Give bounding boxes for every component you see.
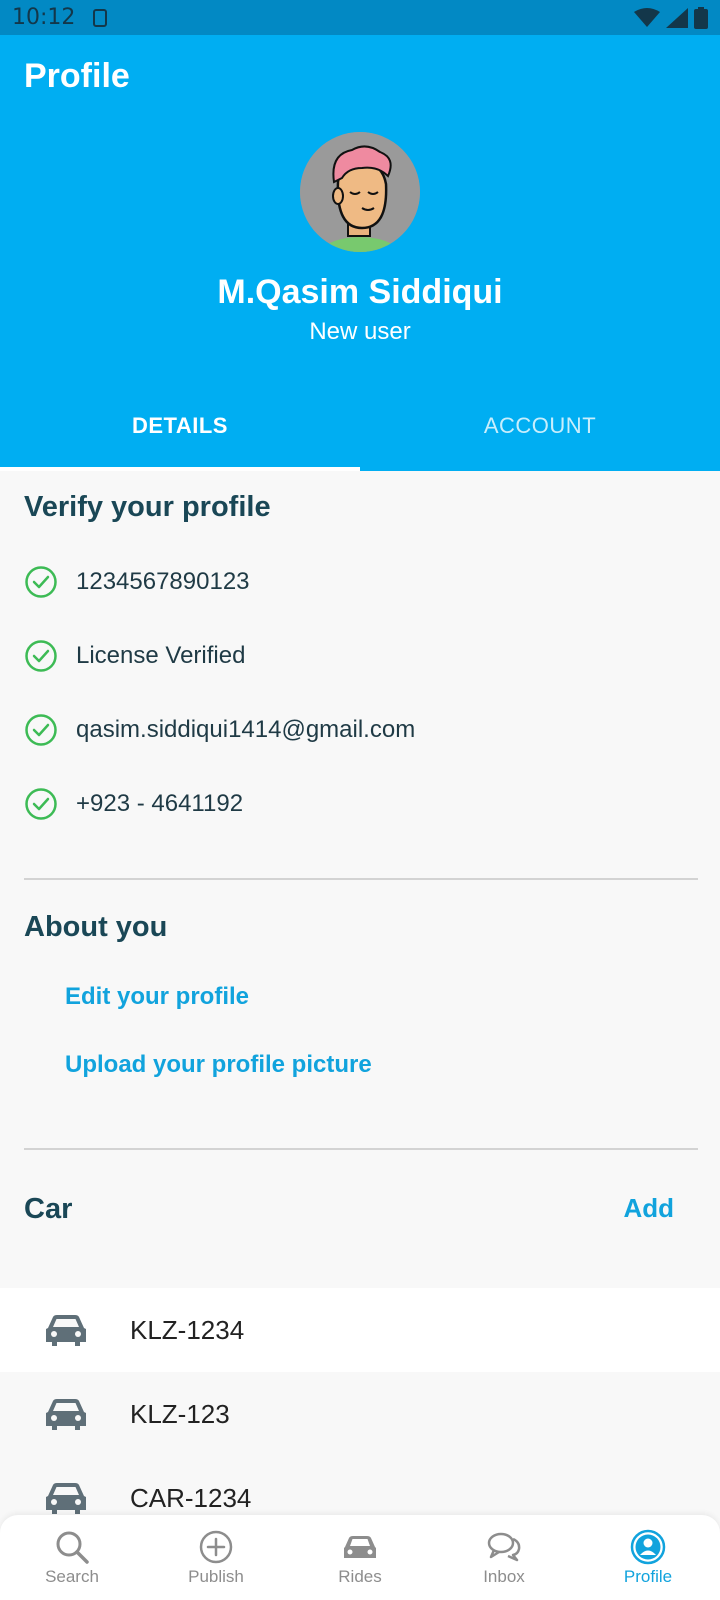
nav-rides[interactable]: Rides <box>288 1515 432 1600</box>
profile-tabs: DETAILS ACCOUNT <box>0 403 720 471</box>
wifi-icon <box>634 7 660 27</box>
car-icon <box>344 1536 376 1558</box>
add-car-button[interactable]: Add <box>623 1193 674 1224</box>
chat-bubbles-icon <box>487 1532 521 1562</box>
check-circle-icon <box>25 788 57 820</box>
status-bar: 10:12 <box>0 0 720 35</box>
profile-header: Profile M.Qasim Siddiqui New user DETAIL… <box>0 35 720 471</box>
verify-item-license: License Verified <box>24 639 245 673</box>
car-plate: CAR-1234 <box>130 1482 252 1513</box>
battery-icon <box>694 6 708 29</box>
divider <box>24 1148 698 1150</box>
verify-item-text: +923 - 4641192 <box>76 790 244 817</box>
nav-search[interactable]: Search <box>0 1515 144 1600</box>
car-list-item[interactable]: KLZ-1234 <box>0 1288 720 1372</box>
verify-item-id: 1234567890123 <box>24 565 250 599</box>
verify-section-title: Verify your profile <box>24 491 271 523</box>
car-plate: KLZ-1234 <box>130 1314 245 1345</box>
tab-account[interactable]: ACCOUNT <box>360 403 720 471</box>
avatar[interactable] <box>300 132 420 252</box>
nav-publish[interactable]: Publish <box>144 1515 288 1600</box>
profile-screen: 10:12 Profile M.Qasim Siddiqui New user … <box>0 0 720 1600</box>
avatar-illustration <box>300 132 420 252</box>
tab-details[interactable]: DETAILS <box>0 403 360 471</box>
sim-card-icon <box>93 8 108 27</box>
nav-label: Rides <box>338 1567 382 1586</box>
verify-item-email: qasim.siddiqui1414@gmail.com <box>24 713 415 747</box>
bottom-navigation: Search Publish Rides Inbox Profile <box>0 1515 720 1600</box>
car-icon <box>46 1399 86 1430</box>
check-circle-icon <box>25 714 57 746</box>
check-circle-icon <box>25 566 57 598</box>
search-icon <box>56 1531 89 1564</box>
user-name: M.Qasim Siddiqui <box>217 273 503 311</box>
divider <box>24 878 698 880</box>
verify-item-text: License Verified <box>76 642 246 669</box>
car-list-item[interactable]: KLZ-123 <box>0 1372 720 1456</box>
nav-label: Search <box>45 1567 99 1586</box>
car-icon <box>46 1315 86 1346</box>
check-circle-icon <box>25 640 57 672</box>
nav-label: Profile <box>623 1567 673 1586</box>
car-plate: KLZ-123 <box>130 1398 230 1429</box>
nav-label: Inbox <box>483 1567 525 1586</box>
upload-picture-link[interactable]: Upload your profile picture <box>65 1051 372 1079</box>
plus-circle-icon <box>199 1530 233 1564</box>
status-icons <box>634 6 708 29</box>
user-circle-icon <box>630 1529 666 1565</box>
edit-profile-link[interactable]: Edit your profile <box>65 983 249 1011</box>
nav-inbox[interactable]: Inbox <box>432 1515 576 1600</box>
signal-icon <box>666 7 688 28</box>
verify-item-text: qasim.siddiqui1414@gmail.com <box>76 716 416 743</box>
nav-profile[interactable]: Profile <box>576 1515 720 1600</box>
status-time: 10:12 <box>12 5 76 30</box>
nav-label: Publish <box>188 1567 244 1586</box>
page-title: Profile <box>24 57 130 95</box>
user-status: New user <box>309 318 411 345</box>
verify-item-text: 1234567890123 <box>76 568 250 595</box>
about-section-title: About you <box>24 911 168 943</box>
car-icon <box>46 1483 86 1514</box>
car-section-title: Car <box>24 1193 73 1225</box>
verify-item-phone: +923 - 4641192 <box>24 787 243 821</box>
